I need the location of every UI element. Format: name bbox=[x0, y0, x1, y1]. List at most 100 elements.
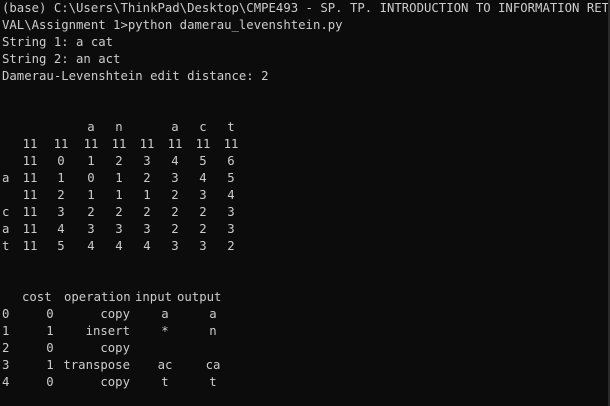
prompt-line-2: VAL\Assignment 1>python damerau_levensht… bbox=[2, 18, 343, 32]
matrix-cell: 11 bbox=[22, 239, 38, 253]
ops-operation: copy bbox=[100, 341, 130, 355]
matrix-cell: 1 bbox=[115, 188, 123, 202]
matrix-cell: 5 bbox=[57, 239, 65, 253]
matrix-col-header bbox=[137, 119, 157, 136]
matrix-cell: 5 bbox=[199, 154, 207, 168]
matrix-col-header: t bbox=[227, 120, 235, 134]
ops-input: * bbox=[161, 324, 169, 338]
matrix-cell: 11 bbox=[223, 137, 239, 151]
ops-col-header: operation bbox=[64, 290, 131, 304]
matrix-cell: 2 bbox=[57, 188, 65, 202]
matrix-col-header: n bbox=[115, 120, 123, 134]
matrix-cell: 4 bbox=[115, 239, 123, 253]
matrix-row-label: a bbox=[2, 171, 10, 185]
matrix-cell: 3 bbox=[227, 205, 235, 219]
matrix-cell: 11 bbox=[195, 137, 211, 151]
matrix-cell: 4 bbox=[227, 188, 235, 202]
matrix-cell: 3 bbox=[171, 171, 179, 185]
matrix-row-label bbox=[2, 187, 12, 204]
matrix-cell: 3 bbox=[115, 222, 123, 236]
matrix-cell: 0 bbox=[87, 171, 95, 185]
ops-input: t bbox=[161, 375, 169, 389]
matrix-cell: 11 bbox=[111, 137, 127, 151]
ops-output: a bbox=[209, 307, 217, 321]
matrix-cell: 3 bbox=[57, 205, 65, 219]
matrix-cell: 1 bbox=[87, 188, 95, 202]
ops-operation: insert bbox=[85, 324, 130, 338]
matrix-cell: 4 bbox=[171, 154, 179, 168]
matrix-cell: 4 bbox=[143, 239, 151, 253]
matrix-cell: 2 bbox=[227, 239, 235, 253]
matrix-cell: 3 bbox=[199, 188, 207, 202]
matrix-cell: 0 bbox=[57, 154, 65, 168]
matrix-cell: 11 bbox=[22, 222, 38, 236]
matrix-cell: 11 bbox=[22, 171, 38, 185]
matrix-cell: 1 bbox=[87, 154, 95, 168]
matrix-cell: 11 bbox=[22, 154, 38, 168]
output-string-2: String 2: an act bbox=[2, 52, 121, 66]
matrix-row-label: a bbox=[2, 222, 10, 236]
matrix-cell: 3 bbox=[143, 222, 151, 236]
ops-col-header: input bbox=[135, 290, 173, 304]
ops-operation: copy bbox=[100, 307, 130, 321]
matrix-cell: 3 bbox=[199, 239, 207, 253]
matrix-col-header: a bbox=[87, 120, 95, 134]
ops-cost: 0 bbox=[46, 341, 54, 355]
matrix-cell: 2 bbox=[115, 205, 123, 219]
matrix-col-header: c bbox=[199, 120, 207, 134]
matrix-cell: 2 bbox=[115, 154, 123, 168]
matrix-cell: 11 bbox=[22, 137, 38, 151]
ops-cost: 1 bbox=[46, 324, 54, 338]
ops-input bbox=[150, 340, 180, 357]
ops-output: t bbox=[209, 375, 217, 389]
matrix-cell: 3 bbox=[171, 239, 179, 253]
output-edit-distance: Damerau-Levenshtein edit distance: 2 bbox=[2, 69, 269, 83]
ops-row-index: 3 bbox=[2, 358, 10, 372]
ops-output: ca bbox=[205, 358, 221, 372]
matrix-cell: 5 bbox=[227, 171, 235, 185]
ops-row-index: 0 bbox=[2, 307, 10, 321]
ops-col-header: cost bbox=[22, 290, 52, 304]
ops-output: n bbox=[209, 324, 217, 338]
matrix-col-header bbox=[51, 119, 71, 136]
matrix-cell: 1 bbox=[143, 188, 151, 202]
matrix-cell: 2 bbox=[143, 205, 151, 219]
matrix-cell: 4 bbox=[199, 171, 207, 185]
matrix-row-label: c bbox=[2, 205, 10, 219]
ops-row-index: 2 bbox=[2, 341, 10, 355]
ops-output bbox=[198, 340, 228, 357]
ops-input: a bbox=[161, 307, 169, 321]
matrix-cell: 2 bbox=[143, 171, 151, 185]
matrix-cell: 2 bbox=[171, 222, 179, 236]
matrix-cell: 11 bbox=[53, 137, 69, 151]
matrix-row-label: t bbox=[2, 239, 10, 253]
matrix-cell: 11 bbox=[22, 205, 38, 219]
matrix-cell: 2 bbox=[199, 205, 207, 219]
matrix-cell: 2 bbox=[171, 205, 179, 219]
matrix-cell: 3 bbox=[227, 222, 235, 236]
matrix-row-label bbox=[2, 136, 12, 153]
matrix-col-header: a bbox=[171, 120, 179, 134]
matrix-cell: 3 bbox=[87, 222, 95, 236]
matrix-row-label bbox=[2, 153, 12, 170]
ops-col-header: output bbox=[177, 290, 222, 304]
matrix-cell: 2 bbox=[87, 205, 95, 219]
output-string-1: String 1: a cat bbox=[2, 35, 114, 49]
matrix-cell: 11 bbox=[22, 188, 38, 202]
matrix-cell: 6 bbox=[227, 154, 235, 168]
matrix-cell: 4 bbox=[57, 222, 65, 236]
terminal-window[interactable]: (base) C:\Users\ThinkPad\Desktop\CMPE493… bbox=[0, 0, 608, 406]
matrix-cell: 2 bbox=[199, 222, 207, 236]
ops-operation: transpose bbox=[63, 358, 130, 372]
ops-cost: 0 bbox=[46, 375, 54, 389]
matrix-cell: 11 bbox=[139, 137, 155, 151]
matrix-cell: 2 bbox=[171, 188, 179, 202]
ops-row-index: 1 bbox=[2, 324, 10, 338]
ops-row-index: 4 bbox=[2, 375, 10, 389]
matrix-cell: 11 bbox=[83, 137, 99, 151]
ops-operation: copy bbox=[100, 375, 130, 389]
matrix-cell: 3 bbox=[143, 154, 151, 168]
prompt-line-1: (base) C:\Users\ThinkPad\Desktop\CMPE493… bbox=[2, 1, 608, 15]
matrix-cell: 1 bbox=[57, 171, 65, 185]
matrix-cell: 4 bbox=[87, 239, 95, 253]
